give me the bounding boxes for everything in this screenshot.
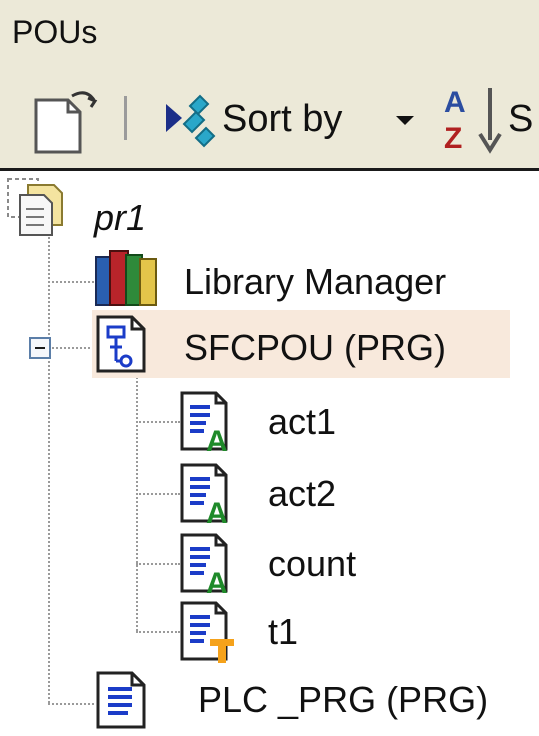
svg-text:A: A [206, 497, 228, 525]
sfc-program-icon [94, 313, 150, 380]
toolbar: Sort by A Z S [0, 70, 539, 171]
new-document-button[interactable] [28, 86, 98, 156]
tree-connector [136, 493, 180, 495]
svg-text:Z: Z [444, 122, 462, 155]
tree-item-plc-prg[interactable]: PLC _PRG (PRG) [198, 679, 488, 721]
program-icon [94, 669, 150, 736]
panel-header: POUs [0, 0, 539, 71]
sort-truncated-label: S [508, 98, 534, 140]
action-icon: A [180, 461, 240, 530]
transition-icon [180, 599, 240, 670]
library-books-icon [94, 247, 160, 312]
tree-connector [48, 281, 94, 283]
tree-item-t1[interactable]: t1 [268, 611, 298, 653]
svg-text:A: A [206, 567, 228, 595]
tree-item-act1[interactable]: act1 [268, 401, 336, 443]
tree-item-library-manager[interactable]: Library Manager [184, 261, 446, 303]
tree-connector [48, 703, 94, 705]
sort-icon [166, 94, 216, 148]
action-icon: A [180, 531, 240, 600]
tree-item-act2[interactable]: act2 [268, 473, 336, 515]
tree-item-sfcpou[interactable]: SFCPOU (PRG) [184, 327, 446, 369]
svg-text:A: A [206, 425, 228, 453]
pou-tree: pr1 Library Manager SFCPOU (PRG) A act1 … [0, 171, 539, 731]
sort-by-label: Sort by [222, 98, 343, 140]
tree-connector [52, 347, 94, 349]
sort-az-icon: A Z [444, 86, 502, 155]
tree-connector [136, 563, 180, 565]
sort-az-button[interactable]: A Z [440, 82, 506, 156]
collapse-toggle-icon[interactable] [29, 337, 51, 359]
tree-connector [136, 377, 138, 631]
action-icon: A [180, 389, 240, 458]
new-document-icon [34, 91, 98, 154]
svg-text:A: A [444, 86, 466, 119]
tree-connector [48, 221, 50, 703]
tree-connector [136, 631, 180, 633]
project-icon [6, 177, 70, 242]
tree-connector [136, 421, 180, 423]
panel-title: POUs [12, 14, 98, 50]
tree-item-count[interactable]: count [268, 543, 356, 585]
chevron-down-icon[interactable] [396, 116, 414, 125]
tree-root-label[interactable]: pr1 [94, 197, 146, 239]
toolbar-separator [124, 96, 127, 140]
